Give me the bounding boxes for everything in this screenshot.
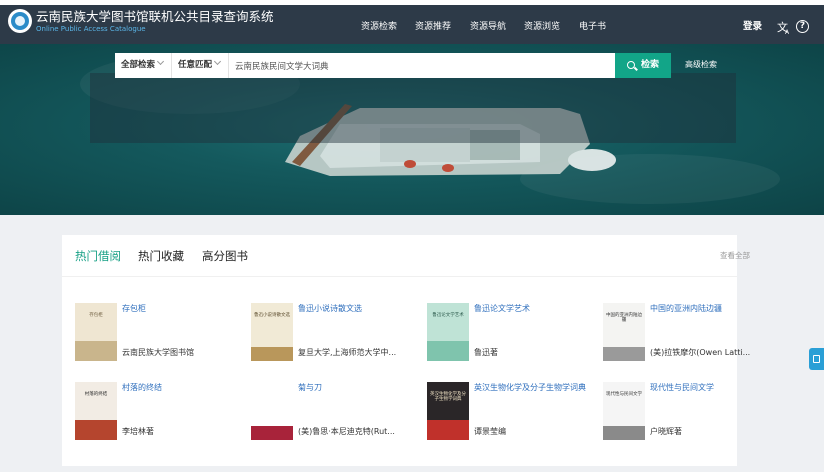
search-scope-dropdown[interactable]: 全部检索	[115, 53, 172, 78]
book-author: 鲁迅著	[474, 348, 498, 357]
book-cover-text: 英汉生物化学及分子生物学词典	[430, 392, 466, 402]
book-item[interactable]: 存包柜 存包柜 云南民族大学图书馆	[75, 303, 245, 367]
search-panel	[90, 73, 736, 143]
help-icon[interactable]: ?	[796, 20, 809, 33]
book-title[interactable]: 存包柜	[122, 303, 247, 314]
book-author: 李培林著	[122, 427, 154, 436]
book-author: 复旦大学,上海师范大学中...	[298, 348, 397, 357]
nav-resource-recommend[interactable]: 资源推荐	[415, 15, 451, 39]
book-item[interactable]: 鲁迅小说诗散文选 鲁迅小说诗散文选 复旦大学,上海师范大学中...	[251, 303, 421, 367]
book-cover[interactable]: 中国的亚洲内陆边疆	[603, 303, 645, 361]
book-title[interactable]: 现代性与民间文学	[650, 382, 775, 393]
site-subtitle: Online Public Access Catalogue	[36, 25, 146, 33]
match-mode-label: 任意匹配	[178, 60, 213, 70]
login-link[interactable]: 登录	[743, 20, 762, 34]
book-cover[interactable]: 英汉生物化学及分子生物学词典	[427, 382, 469, 440]
match-mode-dropdown[interactable]: 任意匹配	[172, 53, 229, 78]
book-title[interactable]: 英汉生物化学及分子生物学词典	[474, 382, 599, 393]
book-author: (美)鲁思·本尼迪克特(Rut...	[298, 427, 395, 436]
tab-hot-collection[interactable]: 热门收藏	[138, 248, 184, 264]
nav-resource-browse[interactable]: 资源浏览	[524, 15, 560, 39]
tab-top-rated-books[interactable]: 高分图书	[202, 248, 248, 264]
book-author: (美)拉铁摩尔(Owen Latti...	[650, 348, 751, 357]
book-cover[interactable]: 村落的终结	[75, 382, 117, 440]
translate-icon[interactable]: 文 A	[777, 19, 791, 35]
book-item[interactable]: 菊与刀 菊与刀 (美)鲁思·本尼迪克特(Rut...	[251, 382, 421, 446]
books-card: 热门借阅 热门收藏 高分图书 查看全部 存包柜 存包柜 云南民族大学图书馆 鲁迅小说诗…	[62, 235, 750, 466]
book-title[interactable]: 菊与刀	[298, 382, 423, 393]
card-divider	[62, 276, 737, 277]
book-author: 谭景莹编	[474, 427, 506, 436]
book-cover-text: 村落的终结	[84, 392, 108, 397]
book-item[interactable]: 中国的亚洲内陆边疆 中国的亚洲内陆边疆 (美)拉铁摩尔(Owen Latti...	[603, 303, 773, 367]
book-title[interactable]: 中国的亚洲内陆边疆	[650, 303, 775, 314]
chevron-down-icon	[213, 57, 222, 66]
search-button[interactable]: 检索	[615, 53, 671, 78]
nav-ebook[interactable]: 电子书	[579, 15, 606, 39]
view-all-link[interactable]: 查看全部	[720, 251, 750, 261]
advanced-search-link[interactable]: 高级检索	[685, 56, 717, 74]
book-cover[interactable]: 菊与刀	[251, 382, 293, 440]
svg-text:A: A	[785, 29, 790, 35]
book-author: 云南民族大学图书馆	[122, 348, 194, 357]
search-bar: 全部检索 任意匹配	[115, 53, 615, 78]
book-item[interactable]: 村落的终结 村落的终结 李培林著	[75, 382, 245, 446]
tab-hot-borrowing[interactable]: 热门借阅	[75, 248, 121, 264]
book-cover-text: 菊与刀	[265, 392, 279, 397]
book-item[interactable]: 鲁迅论文学艺术 鲁迅论文学艺术 鲁迅著	[427, 303, 597, 367]
search-scope-label: 全部检索	[121, 60, 156, 70]
book-cover-text: 鲁迅小说诗散文选	[254, 313, 290, 318]
floating-feedback-tab[interactable]	[809, 348, 824, 370]
chevron-down-icon	[156, 57, 165, 66]
search-input[interactable]	[229, 53, 615, 78]
book-author: 户晓辉著	[650, 427, 682, 436]
book-title[interactable]: 鲁迅小说诗散文选	[298, 303, 423, 314]
book-cover[interactable]: 鲁迅小说诗散文选	[251, 303, 293, 361]
book-title[interactable]: 鲁迅论文学艺术	[474, 303, 599, 314]
nav-resource-navigation[interactable]: 资源导航	[470, 15, 506, 39]
book-cover-text: 现代性与民间文学	[606, 392, 642, 397]
site-title[interactable]: 云南民族大学图书馆联机公共目录查询系统	[36, 9, 274, 24]
feedback-icon	[813, 355, 820, 363]
nav-resource-search[interactable]: 资源检索	[361, 15, 397, 39]
book-cover[interactable]: 存包柜	[75, 303, 117, 361]
book-title[interactable]: 村落的终结	[122, 382, 247, 393]
search-button-label: 检索	[641, 60, 660, 70]
book-item[interactable]: 英汉生物化学及分子生物学词典 英汉生物化学及分子生物学词典 谭景莹编	[427, 382, 597, 446]
book-cover[interactable]: 现代性与民间文学	[603, 382, 645, 440]
university-logo-icon[interactable]	[8, 9, 32, 33]
book-cover-text: 存包柜	[89, 313, 103, 318]
top-bar: 云南民族大学图书馆联机公共目录查询系统 Online Public Access…	[0, 0, 824, 44]
book-item[interactable]: 现代性与民间文学 现代性与民间文学 户晓辉著	[603, 382, 773, 446]
book-cover-text: 中国的亚洲内陆边疆	[606, 313, 642, 323]
book-cover[interactable]: 鲁迅论文学艺术	[427, 303, 469, 361]
book-cover-text: 鲁迅论文学艺术	[432, 313, 464, 318]
